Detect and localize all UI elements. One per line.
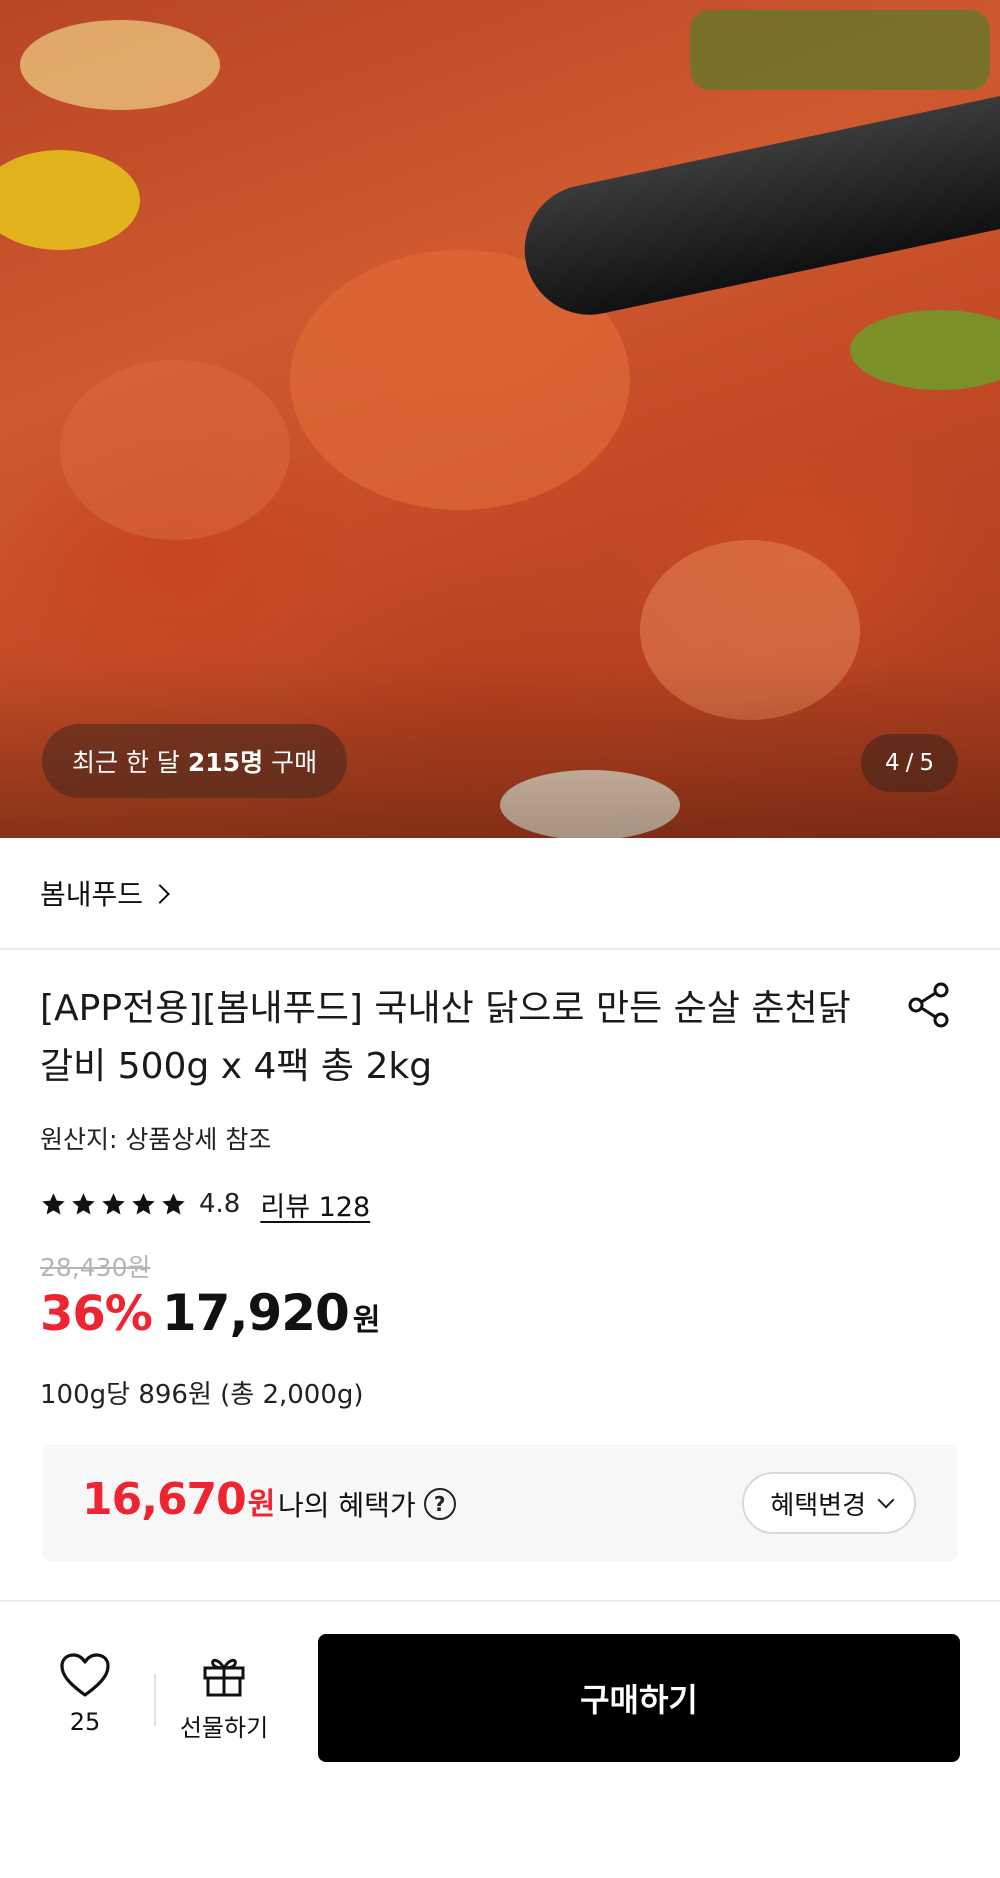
seller-name: 봄내푸드 — [40, 878, 144, 911]
page-total: 5 — [919, 750, 934, 776]
buy-button[interactable]: 구매하기 — [318, 1634, 960, 1762]
food-highlight — [60, 360, 290, 540]
rating-stars — [40, 1191, 187, 1218]
benefit-label-group: 나의 혜택가 ? — [278, 1484, 456, 1524]
share-icon[interactable] — [904, 980, 954, 1030]
change-benefit-label: 혜택변경 — [770, 1490, 866, 1521]
star-icon — [102, 1192, 125, 1215]
benefit-price-box: 16,670 원 나의 혜택가 ? 혜택변경 — [42, 1444, 958, 1562]
heart-icon — [60, 1653, 110, 1697]
chevron-right-icon — [150, 884, 170, 904]
gift-label: 선물하기 — [179, 1714, 269, 1742]
page-separator: / — [905, 750, 914, 776]
origin-info: 원산지: 상품상세 참조 — [40, 1125, 272, 1154]
purchase-prefix: 최근 한 달 — [72, 748, 180, 777]
food-highlight — [850, 310, 1000, 390]
food-highlight — [0, 150, 140, 250]
gift-icon — [203, 1658, 245, 1697]
original-price: 28,430원 — [40, 1253, 151, 1282]
help-icon[interactable]: ? — [423, 1488, 456, 1520]
recent-purchase-badge: 최근 한 달 215명 구매 — [42, 724, 348, 798]
product-title: [APP전용][봄내푸드] 국내산 닭으로 만든 순살 춘천닭갈비 500g x… — [40, 988, 851, 1087]
chevron-down-icon — [877, 1491, 895, 1509]
bottom-bar-separator — [154, 1674, 156, 1726]
benefit-label: 나의 혜택가 — [278, 1489, 416, 1522]
star-icon — [132, 1192, 155, 1215]
sale-price-unit: 원 — [352, 1303, 381, 1338]
like-count: 25 — [69, 1708, 101, 1736]
sale-price: 17,920 — [161, 1284, 350, 1342]
benefit-price: 16,670 원 — [82, 1474, 275, 1525]
section-divider — [0, 1600, 1000, 1602]
price-row: 36% 17,920 원 — [40, 1284, 380, 1342]
unit-price: 100g당 896원 (총 2,000g) — [40, 1380, 364, 1410]
page-current: 4 — [884, 750, 900, 776]
review-count-link[interactable]: 리뷰 128 — [260, 1185, 370, 1224]
benefit-price-unit: 원 — [247, 1487, 276, 1522]
star-icon — [162, 1192, 185, 1215]
change-benefit-button[interactable]: 혜택변경 — [742, 1472, 916, 1534]
purchase-count: 215명 — [187, 748, 264, 777]
seller-link[interactable]: 봄내푸드 — [0, 838, 1000, 950]
rating-value: 4.8 — [199, 1189, 241, 1219]
food-highlight — [20, 20, 220, 110]
rating-row: 4.8 리뷰 128 — [40, 1184, 370, 1224]
benefit-price-value: 16,670 — [82, 1474, 247, 1525]
tongs — [512, 83, 1000, 327]
star-icon — [42, 1192, 65, 1215]
purchase-suffix: 구매 — [271, 748, 318, 777]
food-highlight — [690, 10, 990, 90]
gift-button[interactable]: 선물하기 — [170, 1652, 278, 1754]
like-button[interactable]: 25 — [40, 1652, 130, 1754]
discount-rate: 36% — [40, 1286, 153, 1342]
image-page-indicator: 4 / 5 — [860, 734, 958, 792]
product-image[interactable]: 최근 한 달 215명 구매 4 / 5 — [0, 0, 1000, 838]
star-icon — [72, 1192, 95, 1215]
